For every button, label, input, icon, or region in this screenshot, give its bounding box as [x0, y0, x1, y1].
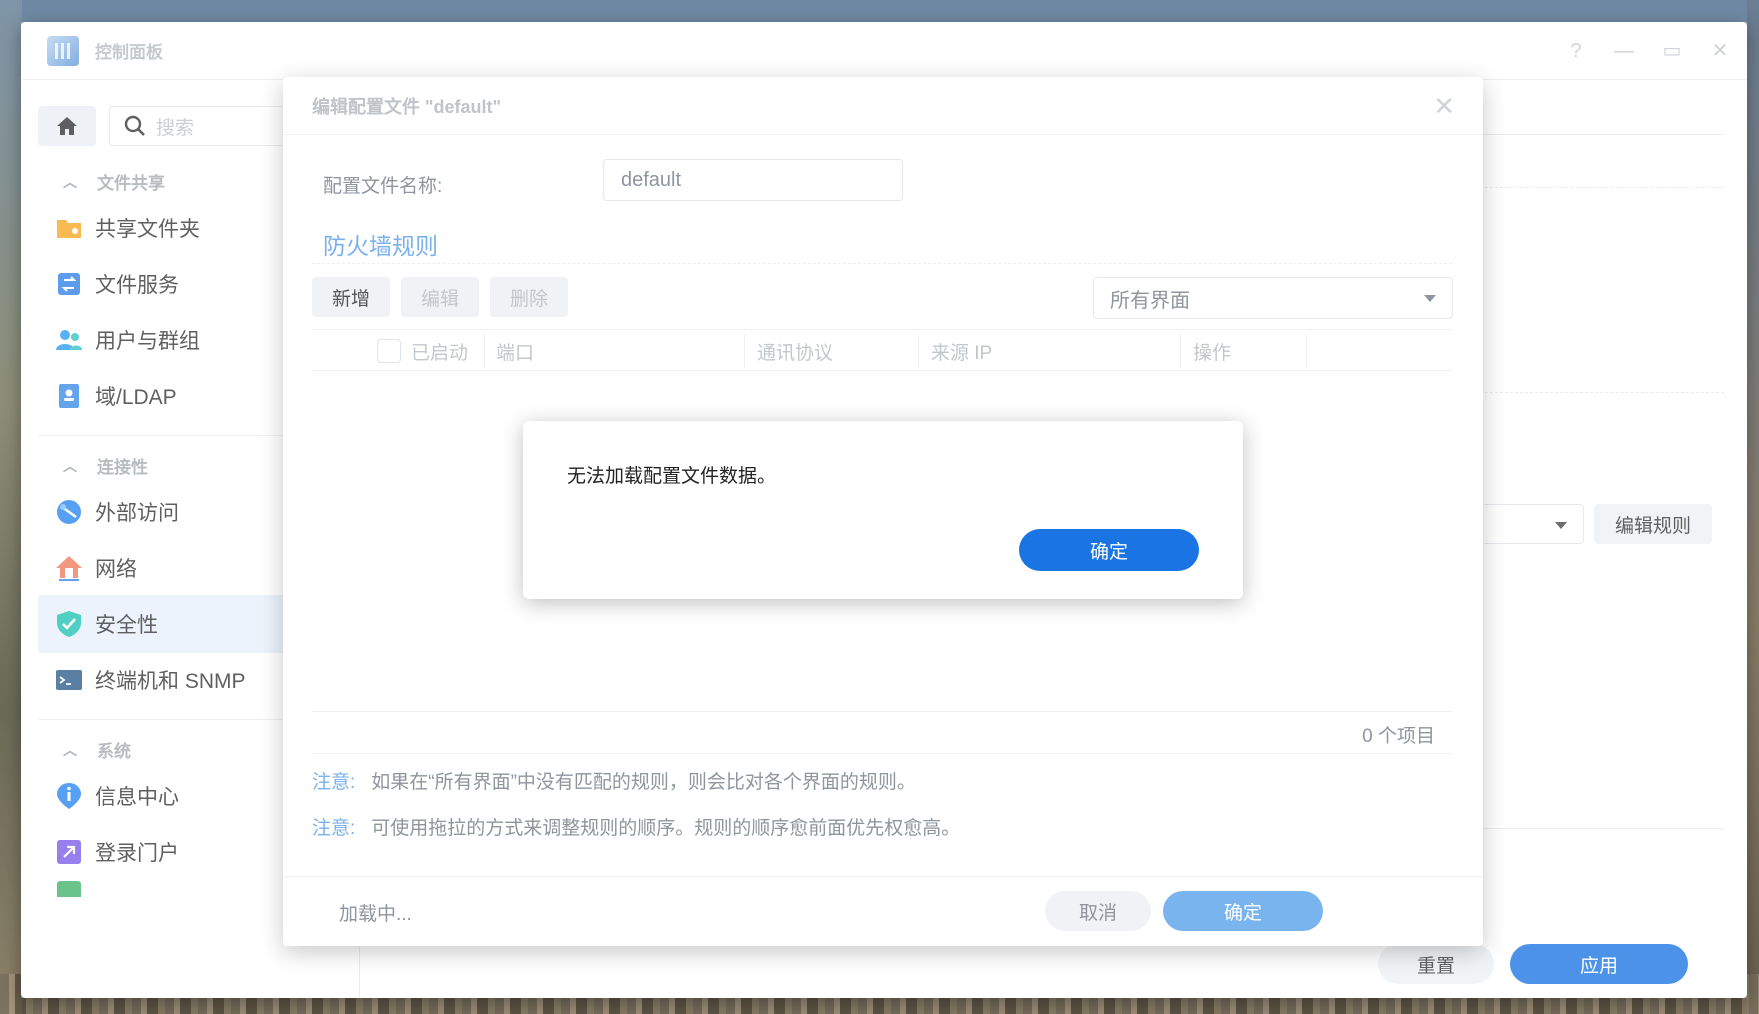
desktop-wallpaper-left — [0, 0, 22, 1014]
cancel-button[interactable]: 取消 — [1045, 891, 1151, 931]
th-source-ip[interactable]: 来源 IP — [931, 330, 992, 372]
error-alert: 无法加载配置文件数据。 确定 — [523, 421, 1243, 599]
note-text: 如果在“所有界面”中没有匹配的规则，则会比对各个界面的规则。 — [371, 772, 916, 793]
dialog-footer: 加载中... 取消 确定 — [283, 876, 1483, 946]
note-2: 注意: 可使用拖拉的方式来调整规则的顺序。规则的顺序愈前面优先权愈高。 — [312, 813, 960, 840]
note-tag: 注意: — [312, 772, 356, 793]
column-separator — [484, 334, 485, 368]
note-tag: 注意: — [312, 818, 356, 839]
close-icon[interactable]: ✕ — [1433, 91, 1455, 122]
item-count: 0 个项目 — [1362, 726, 1435, 747]
note-1: 注意: 如果在“所有界面”中没有匹配的规则，则会比对各个界面的规则。 — [312, 767, 916, 794]
profile-name-field[interactable]: default — [603, 159, 903, 201]
alert-message: 无法加载配置文件数据。 — [567, 466, 777, 487]
th-enabled: 已启动 — [377, 330, 468, 372]
note-text: 可使用拖拉的方式来调整规则的顺序。规则的顺序愈前面优先权愈高。 — [371, 818, 961, 839]
desktop-wallpaper-right — [1747, 0, 1759, 1014]
add-button[interactable]: 新增 — [312, 277, 390, 317]
dialog-title: 编辑配置文件 "default" — [283, 77, 1483, 135]
dialog-ok-button[interactable]: 确定 — [1163, 891, 1323, 931]
table-bottom-border — [312, 711, 1452, 712]
dropdown-caret-icon — [1424, 295, 1436, 302]
count-divider — [312, 753, 1452, 754]
firewall-rules-title: 防火墙规则 — [323, 233, 438, 259]
edit-button[interactable]: 编辑 — [401, 277, 479, 317]
delete-button[interactable]: 删除 — [490, 277, 568, 317]
profile-name-label: 配置文件名称: — [323, 176, 443, 197]
th-port[interactable]: 端口 — [496, 330, 534, 372]
th-protocol[interactable]: 通讯协议 — [757, 330, 833, 372]
section-divider — [312, 263, 1452, 264]
th-enabled-label: 已启动 — [411, 342, 469, 364]
select-all-checkbox[interactable] — [377, 339, 401, 363]
column-separator — [1306, 334, 1307, 368]
interface-select-value: 所有界面 — [1110, 289, 1190, 312]
th-action[interactable]: 操作 — [1193, 330, 1231, 372]
loading-text: 加载中... — [339, 904, 412, 925]
column-separator — [744, 334, 745, 368]
interface-select[interactable]: 所有界面 — [1093, 277, 1453, 319]
rules-table-header: 已启动 端口 通讯协议 来源 IP 操作 — [312, 329, 1452, 371]
column-separator — [1180, 334, 1181, 368]
column-separator — [918, 334, 919, 368]
alert-ok-button[interactable]: 确定 — [1019, 529, 1199, 571]
